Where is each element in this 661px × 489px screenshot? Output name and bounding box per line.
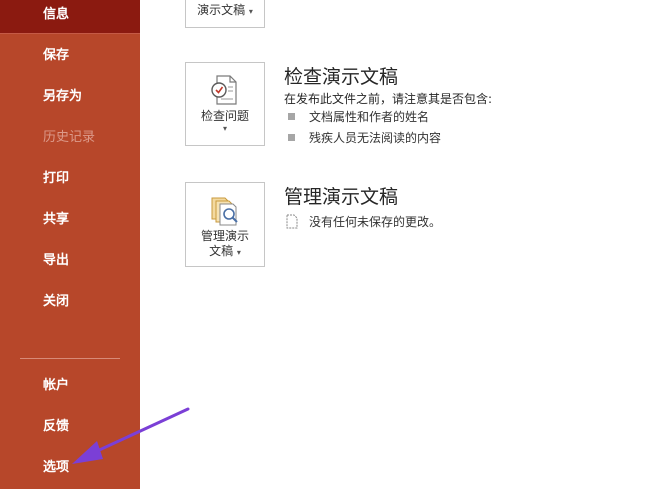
- manage-status: 没有任何未保存的更改。: [285, 214, 441, 230]
- chevron-down-icon: ▾: [222, 124, 227, 133]
- sidebar-divider: [20, 358, 120, 359]
- bullet-square-icon: [288, 113, 295, 120]
- nav-item-close[interactable]: 关闭: [0, 283, 140, 321]
- inspect-document-icon: [211, 75, 237, 105]
- manage-presentation-label-2: 文稿 ▾: [209, 244, 241, 258]
- check-issues-button[interactable]: 检查问题 ▾: [185, 62, 265, 146]
- document-icon: [286, 214, 298, 229]
- nav-item-save[interactable]: 保存: [0, 37, 140, 75]
- nav-item-feedback[interactable]: 反馈: [0, 408, 140, 446]
- protect-presentation-label: 演示文稿 ▾: [197, 3, 253, 17]
- manage-title: 管理演示文稿: [284, 186, 399, 208]
- info-panel: 演示文稿 ▾ 检查问题 ▾ 检查演示文稿 在发布此文件之前，请注意其是否包含: …: [140, 0, 661, 489]
- manage-versions-icon: [211, 197, 238, 226]
- nav-item-share[interactable]: 共享: [0, 201, 140, 239]
- inspect-description: 在发布此文件之前，请注意其是否包含:: [284, 92, 493, 106]
- backstage-sidebar: 信息 保存 另存为 历史记录 打印 共享 导出 关闭 帐户 反馈 选项: [0, 0, 140, 489]
- inspect-bullet-item: 残疾人员无法阅读的内容: [288, 130, 441, 146]
- manage-presentation-button[interactable]: 管理演示 文稿 ▾: [185, 182, 265, 267]
- chevron-down-icon: ▾: [236, 248, 241, 257]
- nav-item-options[interactable]: 选项: [0, 449, 140, 487]
- nav-item-account[interactable]: 帐户: [0, 367, 140, 405]
- manage-presentation-label-1: 管理演示: [200, 229, 249, 243]
- nav-item-save-as[interactable]: 另存为: [0, 78, 140, 116]
- protect-presentation-button[interactable]: 演示文稿 ▾: [185, 0, 265, 28]
- bullet-square-icon: [288, 134, 295, 141]
- check-issues-label: 检查问题: [200, 109, 249, 123]
- inspect-bullet-item: 文档属性和作者的姓名: [288, 109, 429, 125]
- nav-item-history[interactable]: 历史记录: [0, 119, 140, 157]
- nav-item-export[interactable]: 导出: [0, 242, 140, 280]
- nav-item-print[interactable]: 打印: [0, 160, 140, 198]
- inspect-title: 检查演示文稿: [284, 66, 399, 88]
- nav-item-info[interactable]: 信息: [0, 0, 140, 34]
